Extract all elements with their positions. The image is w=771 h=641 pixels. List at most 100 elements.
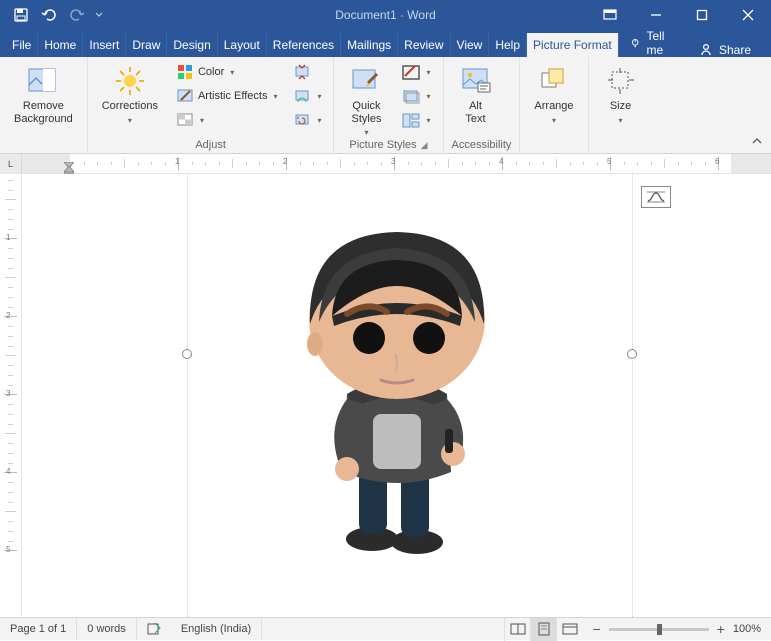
maximize-button[interactable] xyxy=(679,0,725,30)
print-layout-button[interactable] xyxy=(530,618,556,641)
language-status[interactable]: English (India) xyxy=(171,618,262,640)
chevron-down-icon: ▾ xyxy=(317,92,321,101)
selection-handle-left[interactable] xyxy=(182,349,192,359)
picture-layout-button[interactable]: ▾ xyxy=(398,109,434,131)
tab-file[interactable]: File xyxy=(6,33,38,57)
transparency-button[interactable]: ▾ xyxy=(172,109,282,131)
group-size: Size ▾ xyxy=(589,57,653,153)
corrections-label: Corrections xyxy=(102,100,158,112)
word-count-status[interactable]: 0 words xyxy=(77,618,137,640)
ruler-number: 5 xyxy=(607,157,611,166)
tab-review[interactable]: Review xyxy=(398,33,450,57)
remove-background-label: Remove Background xyxy=(14,100,73,125)
tab-layout[interactable]: Layout xyxy=(218,33,267,57)
compress-icon xyxy=(293,63,311,81)
color-button[interactable]: Color▾ xyxy=(172,61,282,83)
redo-button[interactable] xyxy=(64,1,90,29)
undo-button[interactable] xyxy=(36,1,62,29)
tell-me-search[interactable]: Tell me xyxy=(619,29,685,57)
group-picture-styles: Quick Styles ▾ ▾ ▾ ▾ Picture Styles ◢ xyxy=(334,57,443,153)
layout-options-button[interactable] xyxy=(641,186,671,208)
window-title: Document1 - Word xyxy=(335,8,436,22)
tab-design[interactable]: Design xyxy=(167,33,217,57)
picture-border-button[interactable]: ▾ xyxy=(398,61,434,83)
ruler-number: 4 xyxy=(499,157,503,166)
close-button[interactable] xyxy=(725,0,771,30)
status-bar: Page 1 of 1 0 words English (India) − + … xyxy=(0,617,771,640)
chevron-down-icon: ▾ xyxy=(619,116,623,125)
tab-view[interactable]: View xyxy=(451,33,490,57)
quick-access-toolbar xyxy=(0,1,106,29)
document-page[interactable] xyxy=(22,174,771,617)
tab-help[interactable]: Help xyxy=(489,33,527,57)
qat-customize-dropdown[interactable] xyxy=(92,1,106,29)
share-label: Share xyxy=(719,43,751,57)
page-number-status[interactable]: Page 1 of 1 xyxy=(0,618,77,640)
tab-insert[interactable]: Insert xyxy=(83,33,126,57)
picture-effects-icon xyxy=(402,87,420,105)
ruler-corner: L xyxy=(0,154,22,174)
chevron-down-icon: ▾ xyxy=(552,116,556,125)
arrange-icon xyxy=(538,65,570,97)
save-button[interactable] xyxy=(8,1,34,29)
zoom-in-button[interactable]: + xyxy=(717,621,725,637)
chevron-down-icon: ▾ xyxy=(273,92,277,101)
corrections-icon xyxy=(114,65,146,97)
tab-home[interactable]: Home xyxy=(38,33,83,57)
picture-border-icon xyxy=(402,63,420,81)
ruler-number: 6 xyxy=(715,157,719,166)
right-margin-guide xyxy=(632,174,633,617)
selection-handle-right[interactable] xyxy=(627,349,637,359)
web-layout-button[interactable] xyxy=(556,618,582,641)
alt-text-icon xyxy=(460,65,492,97)
zoom-controls: − + 100% xyxy=(582,621,771,637)
chevron-down-icon: ▾ xyxy=(200,116,204,125)
reset-picture-button[interactable]: ▾ xyxy=(289,109,325,131)
spellcheck-status[interactable] xyxy=(137,618,171,640)
corrections-button[interactable]: Corrections ▾ xyxy=(96,61,164,125)
quick-styles-button[interactable]: Quick Styles ▾ xyxy=(342,61,390,137)
ruler-number: 5 xyxy=(6,545,10,554)
inserted-picture[interactable] xyxy=(277,214,517,559)
group-accessibility: Alt Text Accessibility xyxy=(444,57,521,153)
tab-references[interactable]: References xyxy=(267,33,341,57)
change-picture-button[interactable]: ▾ xyxy=(289,85,325,107)
tab-mailings[interactable]: Mailings xyxy=(341,33,398,57)
picture-styles-group-label: Picture Styles xyxy=(349,139,416,151)
change-picture-icon xyxy=(293,87,311,105)
tab-picture-format[interactable]: Picture Format xyxy=(527,33,619,57)
arrange-button[interactable]: Arrange ▾ xyxy=(528,61,579,125)
document-area: 12345 xyxy=(0,174,771,617)
vertical-ruler[interactable]: 12345 xyxy=(0,174,22,617)
picture-layout-icon xyxy=(402,111,420,129)
picture-effects-button[interactable]: ▾ xyxy=(398,85,434,107)
chevron-down-icon: ▾ xyxy=(426,92,430,101)
ribbon: Remove Background Corrections ▾ Color▾ xyxy=(0,57,771,154)
read-mode-button[interactable] xyxy=(504,618,530,641)
transparency-icon xyxy=(176,111,194,129)
artistic-effects-button[interactable]: Artistic Effects ▾ xyxy=(172,85,282,107)
ribbon-display-options-button[interactable] xyxy=(587,0,633,30)
minimize-button[interactable] xyxy=(633,0,679,30)
view-buttons xyxy=(504,618,582,641)
zoom-slider[interactable] xyxy=(609,628,709,631)
dialog-launcher-icon[interactable]: ◢ xyxy=(421,140,428,151)
zoom-level[interactable]: 100% xyxy=(733,623,761,635)
chevron-down-icon: ▾ xyxy=(230,68,234,77)
artistic-effects-label: Artistic Effects xyxy=(198,90,267,102)
group-arrange: Arrange ▾ xyxy=(520,57,588,153)
size-button[interactable]: Size ▾ xyxy=(597,61,645,125)
alt-text-button[interactable]: Alt Text xyxy=(452,61,500,125)
remove-background-button[interactable]: Remove Background xyxy=(8,61,79,125)
quick-styles-icon xyxy=(350,65,382,97)
color-icon xyxy=(176,63,194,81)
horizontal-ruler[interactable]: L 123456 xyxy=(0,154,771,174)
tell-me-label: Tell me xyxy=(646,29,673,57)
zoom-out-button[interactable]: − xyxy=(592,621,600,637)
tab-draw[interactable]: Draw xyxy=(126,33,167,57)
compress-pictures-button[interactable] xyxy=(289,61,325,83)
ruler-number: 3 xyxy=(391,157,395,166)
share-button[interactable]: Share xyxy=(685,43,765,57)
collapse-ribbon-button[interactable] xyxy=(751,136,763,149)
ruler-number: 1 xyxy=(6,233,10,242)
